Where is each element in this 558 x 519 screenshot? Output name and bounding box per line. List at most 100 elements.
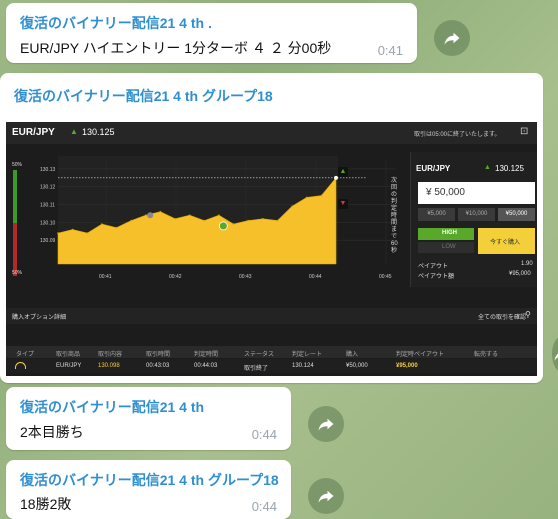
panel-pair: EUR/JPY <box>416 164 451 173</box>
table-cell: ¥50,000 <box>346 363 368 369</box>
forward-button-2[interactable] <box>552 336 558 372</box>
data-point <box>159 210 162 213</box>
y-tick-label: 130.11 <box>40 203 55 209</box>
notice-label: 取引は05:00に終了いたします。 <box>414 132 501 138</box>
x-tick-label: 00:42 <box>169 274 182 280</box>
payout-label: ペイアウト <box>418 264 449 270</box>
message-bubble-1: 復活のバイナリー配信21 4 th . EUR/JPY ハイエントリー 1分ター… <box>6 3 417 63</box>
x-tick-label: 00:44 <box>309 274 322 280</box>
table-header-cell: 転売する <box>474 352 499 358</box>
data-point <box>232 223 235 225</box>
table-header-cell: 取引商品 <box>56 352 81 358</box>
message-sender[interactable]: 復活のバイナリー配信21 4 th . <box>20 13 212 33</box>
x-tick-label: 00:43 <box>239 274 252 280</box>
forward-arrow-icon <box>318 490 334 503</box>
amount-option-1[interactable]: ¥5,000 <box>418 208 455 221</box>
table-header-cell: ステータス <box>244 352 275 358</box>
table-header-cell: タイプ <box>16 352 35 358</box>
data-point <box>115 226 118 229</box>
table-header-cell: 判定レート <box>292 352 323 358</box>
data-point <box>101 223 103 225</box>
y-tick-label: 130.10 <box>40 220 56 226</box>
previous-entry-marker-icon <box>147 212 154 219</box>
next-decision-note: 次回の判定時間まで60秒 <box>391 178 398 254</box>
table-header-cell: 購入 <box>346 352 359 358</box>
x-tick-label: 00:45 <box>379 274 392 280</box>
table-cell: 130.124 <box>292 363 314 369</box>
x-tick-label: 00:41 <box>99 274 112 280</box>
table-cell: 00:43:03 <box>146 363 170 369</box>
message-sender[interactable]: 復活のバイナリー配信21 4 th グループ18 <box>14 86 273 106</box>
data-point <box>86 232 89 234</box>
data-point <box>203 219 206 222</box>
message-time: 0:44 <box>251 499 277 514</box>
table-cell: 130.098 <box>98 363 120 369</box>
data-point <box>320 194 323 197</box>
data-point <box>262 218 264 220</box>
pair-label: EUR/JPY <box>12 127 55 138</box>
table-header-cell: 取引時間 <box>146 352 171 358</box>
table-cell: EUR/JPY <box>56 363 82 369</box>
trade-screenshot[interactable]: EUR/JPY ▲ 130.125 取引は05:00に終了いたします。 ⊡ 50… <box>6 122 537 376</box>
message-text: EUR/JPY ハイエントリー 1分ターボ ４ ２ 分00秒 <box>20 40 332 56</box>
data-point <box>218 214 220 216</box>
message-time: 0:44 <box>251 427 277 442</box>
table-cell: ¥95,000 <box>396 363 418 369</box>
message-text: 2本目勝ち <box>20 424 84 440</box>
up-arrow-icon: ▲ <box>484 164 491 171</box>
message-sender[interactable]: 復活のバイナリー配信21 4 th グループ18 <box>20 470 279 490</box>
data-point <box>305 196 308 199</box>
message-text: 18勝2敗 <box>20 496 72 512</box>
table-cell: 取引終了 <box>244 366 269 372</box>
trade-table-header: タイプ 取引商品 取引内容 取引時間 判定時間 ステータス 判定レート 購入 判定時ペイアウト 転… <box>6 346 537 358</box>
data-point <box>291 205 293 208</box>
search-icon[interactable]: ⚲ <box>525 310 531 319</box>
price-label: 130.125 <box>82 127 115 137</box>
message-time: 0:41 <box>377 43 403 58</box>
table-header-cell: 判定時ペイアウト <box>396 352 445 358</box>
data-point <box>57 232 59 234</box>
y-tick-label: 130.12 <box>40 185 56 191</box>
forward-arrow-icon <box>318 418 334 431</box>
table-cell: 00:44:03 <box>194 363 218 369</box>
table-header-cell: 判定時間 <box>194 352 219 358</box>
high-button[interactable]: HIGH <box>418 228 474 240</box>
amount-option-2[interactable]: ¥10,000 <box>458 208 495 221</box>
clock-icon <box>15 362 26 369</box>
forward-button-1[interactable] <box>434 20 470 56</box>
payout-value: 1.90 <box>521 261 533 267</box>
y-tick-label: 130.09 <box>40 238 56 244</box>
message-bubble-4: 復活のバイナリー配信21 4 th グループ18 18勝2敗 0:44 <box>6 460 291 519</box>
data-point <box>276 219 279 222</box>
buy-now-button[interactable]: 今すぐ購入 <box>478 228 535 254</box>
data-point <box>71 228 74 231</box>
forward-button-3[interactable] <box>308 406 344 442</box>
data-point <box>174 218 176 220</box>
price-chart[interactable]: 130.13 130.12 130.11 130.10 130.09 00:41 00:42… <box>6 152 406 332</box>
data-point <box>130 219 132 222</box>
amount-input[interactable]: ¥ 50,000 <box>418 182 535 204</box>
y-tick-label: 130.13 <box>40 167 56 173</box>
data-point <box>247 219 249 222</box>
data-point <box>145 214 147 216</box>
high-marker-icon: ▲ <box>338 167 348 177</box>
payout-amount-label: ペイアウト額 <box>418 274 455 280</box>
payout-amount-value: ¥95,000 <box>509 271 531 277</box>
all-trades-link[interactable]: 全ての取引を確認 <box>478 312 526 321</box>
panel-price: 130.125 <box>495 164 524 173</box>
entry-marker-icon <box>218 221 228 231</box>
forward-arrow-icon <box>554 353 558 361</box>
options-title: 購入オプション詳細 <box>12 315 67 321</box>
trade-table-row[interactable]: EUR/JPY 130.098 00:43:03 00:44:03 取引終了 130.12… <box>6 359 537 373</box>
table-header-cell: 取引内容 <box>98 352 123 358</box>
chart-info-icon[interactable]: ⊡ <box>520 126 528 137</box>
up-arrow-icon: ▲ <box>70 127 78 136</box>
forward-arrow-icon <box>444 32 460 45</box>
low-button[interactable]: LOW <box>418 242 474 253</box>
message-sender[interactable]: 復活のバイナリー配信21 4 th <box>20 397 204 417</box>
forward-button-4[interactable] <box>308 478 344 514</box>
low-marker-icon: ▼ <box>338 199 348 209</box>
amount-option-3[interactable]: ¥50,000 <box>498 208 535 221</box>
data-point <box>188 214 191 216</box>
message-bubble-3: 復活のバイナリー配信21 4 th 2本目勝ち 0:44 <box>6 387 291 450</box>
